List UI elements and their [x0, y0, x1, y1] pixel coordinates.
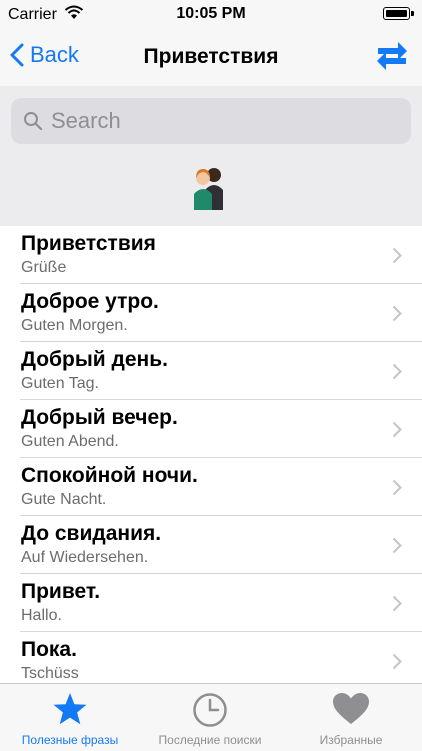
phrase-german: Grüße: [21, 259, 67, 276]
phrase-german: Hallo.: [21, 607, 62, 624]
phrase-russian: Привет.: [21, 580, 101, 603]
chevron-right-icon: [392, 595, 402, 612]
phrase-german: Gute Nacht.: [21, 491, 107, 508]
status-time: 10:05 PM: [176, 5, 246, 22]
list-item[interactable]: Добрый вечер. Guten Abend.: [0, 400, 422, 458]
search-icon: [24, 112, 43, 131]
phrase-russian: Приветствия: [21, 232, 156, 255]
heart-icon: [333, 693, 369, 724]
tab-recent-searches[interactable]: Последние поиски: [140, 684, 280, 751]
phrase-russian: Пока.: [21, 638, 77, 661]
chevron-right-icon: [392, 537, 402, 554]
list-item[interactable]: Привет. Hallo.: [0, 574, 422, 632]
swap-languages-button[interactable]: [376, 39, 408, 78]
chevron-right-icon: [392, 305, 402, 322]
phrase-german: Guten Tag.: [21, 375, 99, 392]
phrase-german: Auf Wiedersehen.: [21, 549, 149, 566]
tab-useful-phrases[interactable]: Полезные фразы: [0, 684, 140, 751]
phrase-german: Tschüss: [21, 665, 79, 682]
tab-favorites[interactable]: Избранные: [281, 684, 421, 751]
phrase-german: Guten Abend.: [21, 433, 119, 450]
tab-label: Последние поиски: [158, 733, 262, 747]
search-input[interactable]: Search: [11, 98, 411, 144]
chevron-right-icon: [392, 247, 402, 264]
list-item[interactable]: До свидания. Auf Wiedersehen.: [0, 516, 422, 574]
star-icon: [53, 693, 87, 725]
list-item[interactable]: Приветствия Grüße: [0, 226, 422, 284]
swap-arrows-icon: [377, 42, 407, 70]
tab-label: Избранные: [319, 733, 383, 747]
navigation-bar: Back Приветствия: [0, 30, 422, 86]
phrase-german: Guten Morgen.: [21, 317, 128, 334]
list-item[interactable]: Доброе утро. Guten Morgen.: [0, 284, 422, 342]
search-placeholder: Search: [51, 108, 121, 133]
status-bar: Carrier 10:05 PM: [0, 0, 422, 30]
phrase-russian: Спокойной ночи.: [21, 464, 198, 487]
chevron-right-icon: [392, 479, 402, 496]
page-title: Приветствия: [143, 45, 279, 68]
tab-label: Полезные фразы: [21, 733, 119, 747]
tab-bar: Полезные фразы Последние поиски Избранны…: [0, 683, 422, 751]
clock-icon: [193, 693, 227, 727]
battery-icon: [383, 7, 414, 20]
greeting-people-icon: [191, 166, 227, 217]
chevron-right-icon: [392, 653, 402, 670]
phrase-russian: Добрый день.: [21, 348, 168, 371]
phrase-russian: Добрый вечер.: [21, 406, 178, 429]
phrase-list: Приветствия Grüße Доброе утро. Guten Mor…: [0, 226, 422, 690]
list-item[interactable]: Пока. Tschüss: [0, 632, 422, 690]
chevron-right-icon: [392, 363, 402, 380]
phrase-russian: До свидания.: [21, 522, 162, 545]
list-item[interactable]: Добрый день. Guten Tag.: [0, 342, 422, 400]
phrase-russian: Доброе утро.: [21, 290, 159, 313]
chevron-right-icon: [392, 421, 402, 438]
search-header: Search: [0, 86, 422, 226]
list-item[interactable]: Спокойной ночи. Gute Nacht.: [0, 458, 422, 516]
